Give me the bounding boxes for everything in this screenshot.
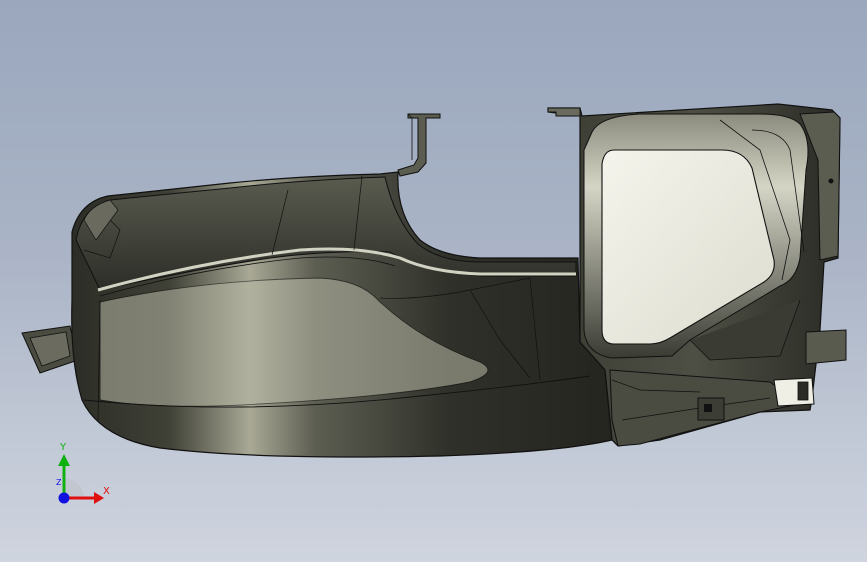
graphics-viewport[interactable]: Y X Z (0, 0, 867, 562)
axis-triad-graphic (58, 454, 104, 504)
y-axis-label: Y (60, 442, 67, 453)
z-axis-dot (58, 492, 70, 504)
z-axis-label: Z (56, 478, 62, 487)
right-tab (805, 329, 847, 365)
x-axis-label: X (103, 486, 110, 497)
top-hook (397, 113, 441, 177)
axis-triad: Y X Z (40, 440, 120, 520)
part-model[interactable] (0, 0, 867, 562)
